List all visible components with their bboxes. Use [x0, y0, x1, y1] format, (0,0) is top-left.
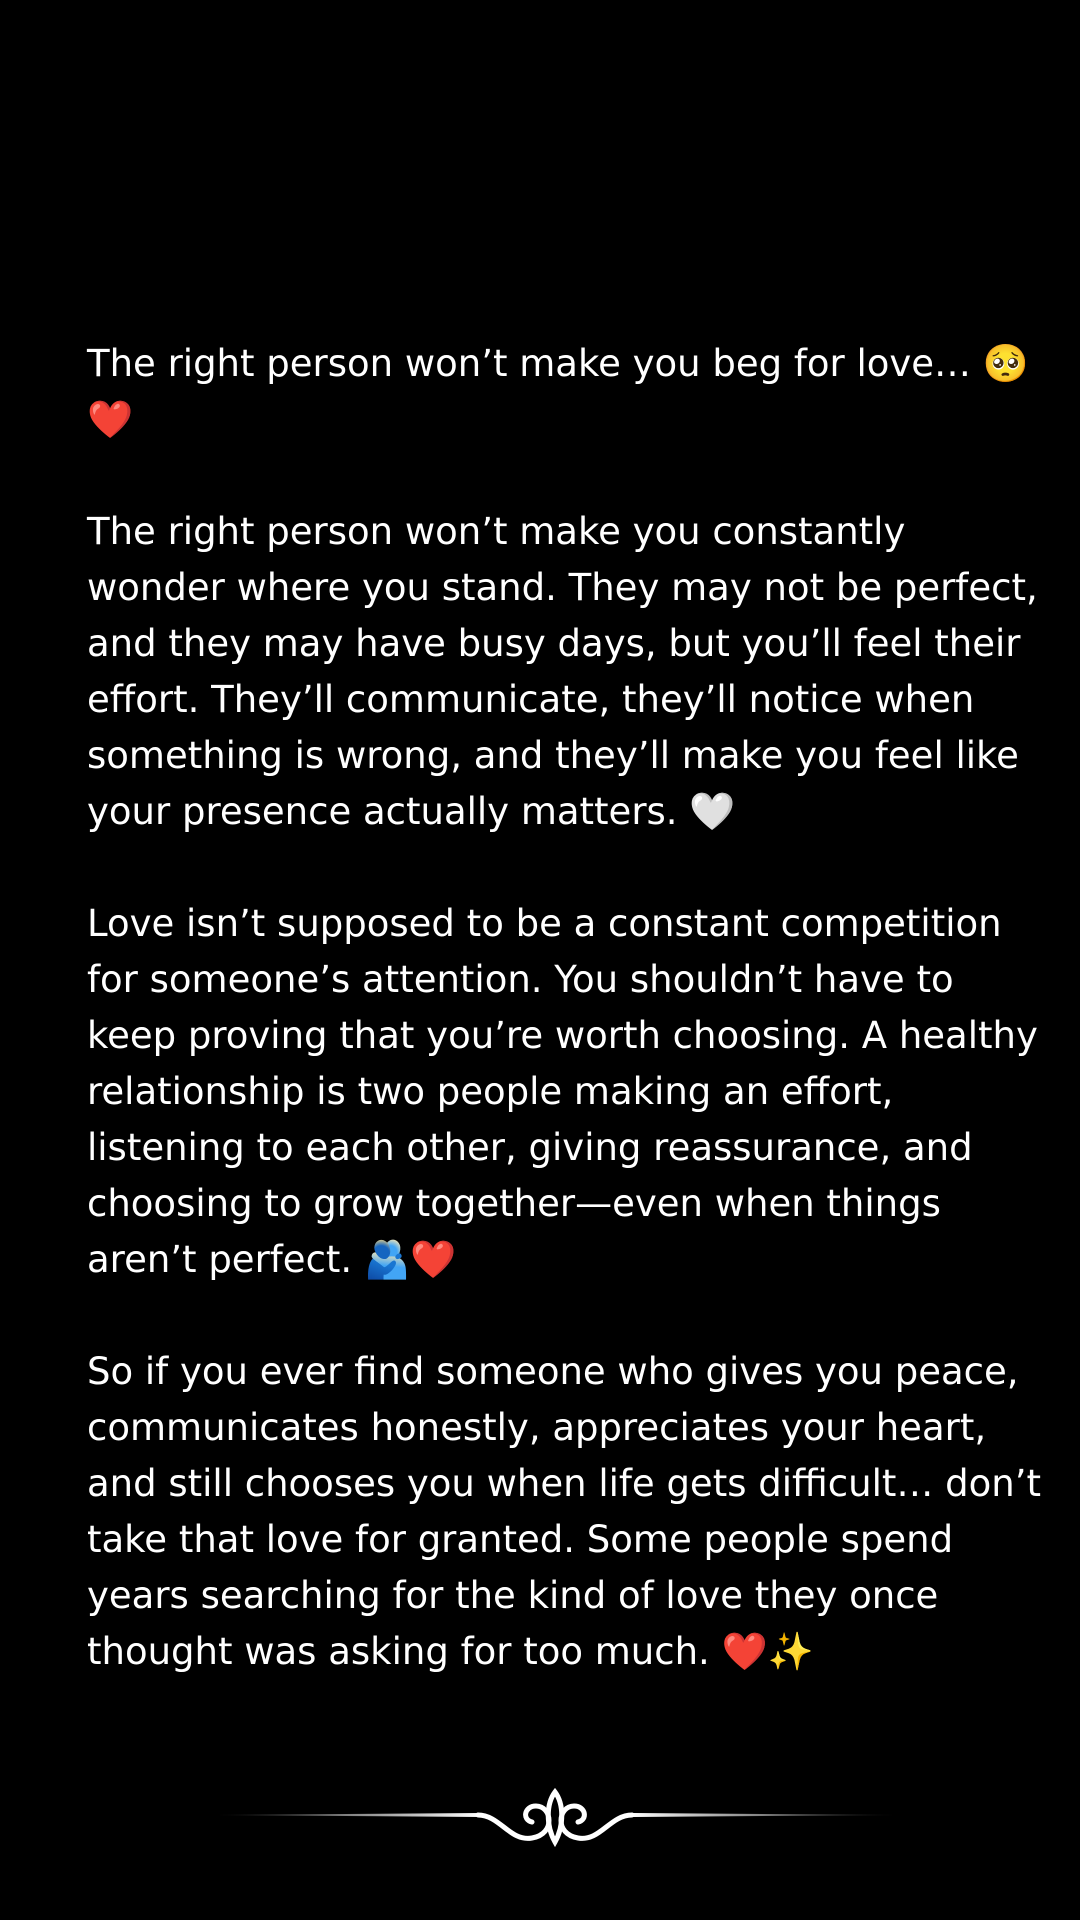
paragraph-2: The right person won’t make you constant…: [87, 504, 1047, 840]
paragraph-3: Love isn’t supposed to be a constant com…: [87, 896, 1047, 1288]
paragraph-2-text: The right person won’t make you constant…: [87, 510, 1038, 833]
white-heart-emoji-icon: 🤍: [689, 790, 736, 833]
paragraph-4: So if you ever find someone who gives yo…: [87, 1344, 1047, 1680]
post-page: The right person won’t make you beg for …: [0, 0, 1080, 1920]
paragraph-3-text: Love isn’t supposed to be a constant com…: [87, 902, 1038, 1281]
paragraph-1-text: The right person won’t make you beg for …: [87, 342, 983, 385]
post-text: The right person won’t make you beg for …: [87, 336, 1047, 1680]
scroll-divider-icon: [210, 1787, 900, 1848]
hug-heart-emoji-icon: 🫂❤️: [363, 1238, 457, 1281]
heart-sparkles-emoji-icon: ❤️✨: [721, 1630, 814, 1673]
paragraph-1: The right person won’t make you beg for …: [87, 336, 1047, 448]
paragraph-4-text: So if you ever find someone who gives yo…: [87, 1350, 1041, 1673]
